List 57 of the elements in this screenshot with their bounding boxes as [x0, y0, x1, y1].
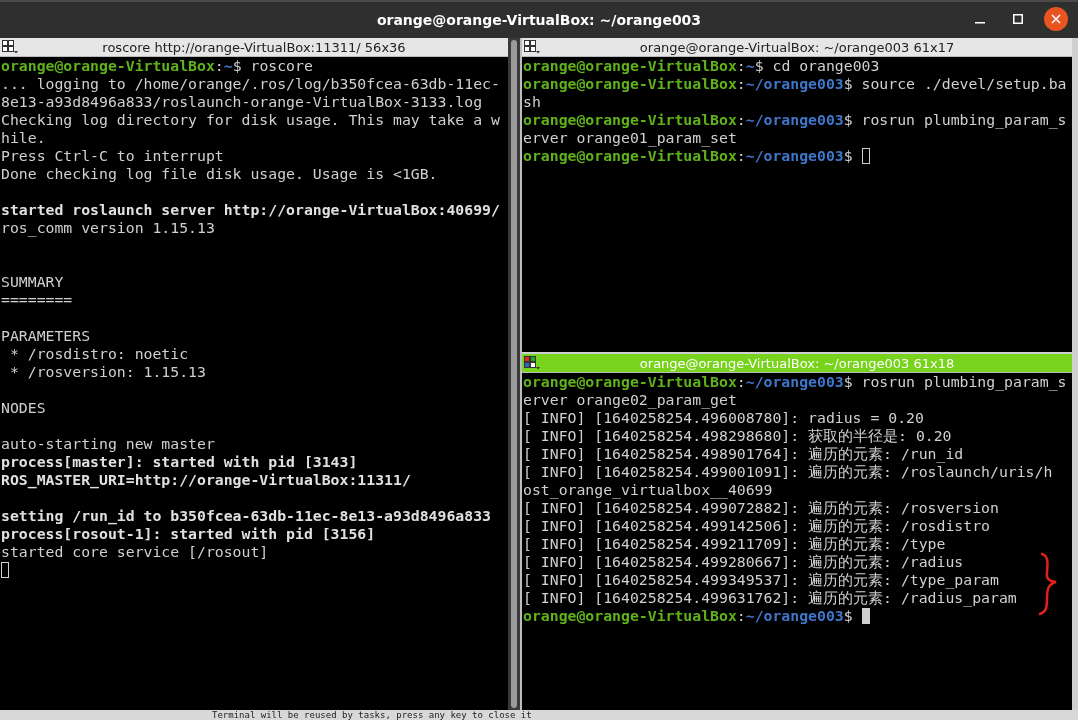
- terminal-line: [ INFO] [1640258254.498298680]: 获取的半径是: 0.20: [523, 427, 952, 446]
- maximize-icon: [1013, 14, 1023, 24]
- terminal-line: process[rosout-1]: started with pid [3156]: [1, 525, 376, 543]
- terminal-line: setting /run_id to b350fcea-63db-11ec-8e13-a93d8496a833: [1, 507, 491, 525]
- close-icon: [1051, 14, 1061, 24]
- pane-title: orange@orange-VirtualBox: ~/orange003 61x18: [639, 355, 955, 371]
- terminal-line: hile.: [1, 129, 46, 147]
- terminal-line: PARAMETERS: [1, 327, 91, 345]
- terminal-line: [ INFO] [1640258254.499211709]: 遍历的元素: /type: [523, 535, 946, 554]
- background-window-text: Terminal will be reused by tasks, press any key to close it: [212, 710, 532, 720]
- terminal-line: [ INFO] [1640258254.498901764]: 遍历的元素: /run_id: [523, 445, 964, 464]
- window-title: orange@orange-VirtualBox: ~/orange003: [376, 12, 702, 28]
- terminal-pane[interactable]: [0, 57, 508, 710]
- minimize-icon: [975, 22, 985, 24]
- terminal-line: * /rosversion: 1.15.13: [8, 363, 206, 381]
- terminal-line: [ INFO] [1640258254.499631762]: 遍历的元素: /radius_param: [523, 589, 1017, 608]
- terminal-pane[interactable]: [522, 57, 1072, 353]
- terminal-line: [ INFO] [1640258254.499280667]: 遍历的元素: /radius: [523, 553, 964, 572]
- terminal-line: ========: [1, 291, 73, 309]
- terminal-line: ... logging to /home/orange/.ros/log/b350fcea-63db-11ec-: [1, 75, 500, 93]
- terminal-line: orange@orange-VirtualBox:~/orange003$: [523, 147, 854, 165]
- terminal-line: orange@orange-VirtualBox:~/orange003$: [523, 607, 854, 626]
- terminal-line: started core service [/rosout]: [1, 543, 269, 561]
- terminal-line: [ INFO] [1640258254.499142506]: 遍历的元素: /rosdistro: [523, 517, 990, 536]
- terminal-line: orange@orange-VirtualBox:~/orange003$ rosrun plumbing_param_s: [523, 111, 1067, 129]
- terminal-line: Done checking log file disk usage. Usage is <1GB.: [1, 165, 438, 183]
- terminal-line: [ INFO] [1640258254.496008780]: radius = 0.20: [523, 409, 924, 428]
- terminal-line: [ INFO] [1640258254.499072882]: 遍历的元素: /rosversion: [523, 499, 999, 518]
- pane-title: roscore http://orange-VirtualBox:11311/ 56x36: [102, 39, 406, 55]
- terminal-line: orange@orange-VirtualBox:~$ roscore: [1, 57, 313, 75]
- terminal-line: auto-starting new master: [1, 435, 215, 453]
- terminal-line: erver orange01_param_set: [523, 129, 737, 147]
- terminal-line: * /rosdistro: noetic: [8, 345, 189, 363]
- terminal-line: process[master]: started with pid [3143]: [1, 453, 358, 471]
- close-button[interactable]: [1044, 7, 1068, 31]
- layout-icon[interactable]: [524, 40, 540, 54]
- terminal-line: 8e13-a93d8496a833/roslaunch-orange-VirtualBox-3133.log: [1, 93, 483, 111]
- terminal-line: NODES: [1, 399, 46, 417]
- scrollbar[interactable]: [508, 38, 520, 710]
- terminal-line: orange@orange-VirtualBox:~$ cd orange003: [523, 57, 880, 75]
- terminal-pane[interactable]: [522, 373, 1072, 710]
- pane-title: orange@orange-VirtualBox: ~/orange003 61x17: [639, 39, 955, 55]
- terminal-line: orange@orange-VirtualBox:~/orange003$ rosrun plumbing_param_s: [523, 373, 1067, 392]
- terminal-line: ROS_MASTER_URI=http://orange-VirtualBox:11311/: [1, 471, 411, 489]
- terminal-line: sh: [523, 93, 541, 111]
- terminal-line: SUMMARY: [1, 273, 64, 291]
- layout-icon[interactable]: [524, 356, 540, 371]
- terminal-line: [ INFO] [1640258254.499349537]: 遍历的元素: /type_param: [523, 571, 999, 590]
- terminal-line: started roslaunch server http://orange-VirtualBox:40699/: [1, 201, 500, 219]
- terminal-line: Press Ctrl-C to interrupt: [1, 147, 224, 165]
- layout-icon[interactable]: [2, 40, 18, 54]
- terminal-line: ost_orange_virtualbox__40699: [523, 481, 773, 500]
- terminal-line: erver orange02_param_get: [523, 391, 737, 410]
- terminal-line: ros_comm version 1.15.13: [1, 219, 215, 237]
- terminal-line: orange@orange-VirtualBox:~/orange003$ source ./devel/setup.ba: [523, 75, 1067, 93]
- terminal-line: [ INFO] [1640258254.499001091]: 遍历的元素: /roslaunch/uris/h: [523, 463, 1053, 482]
- terminal-line: Checking log directory for disk usage. This may take a w: [1, 111, 500, 129]
